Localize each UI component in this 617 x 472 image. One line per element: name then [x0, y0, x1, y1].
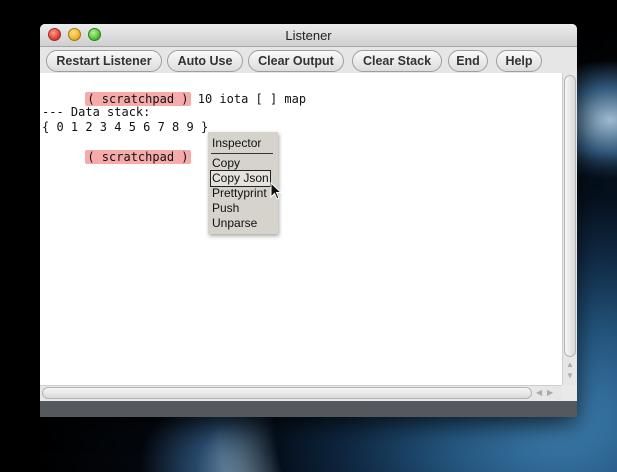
menu-divider — [211, 153, 273, 154]
data-stack-header: --- Data stack: — [42, 105, 151, 119]
context-menu-title: Inspector — [212, 136, 262, 150]
scroll-left-arrow-icon[interactable]: ◀ — [536, 387, 542, 399]
menu-item-push[interactable]: Push — [212, 201, 239, 216]
command-text: 10 iota [ ] map — [190, 92, 307, 106]
data-stack-value[interactable]: { 0 1 2 3 4 5 6 7 8 9 } — [42, 120, 208, 135]
scroll-right-arrow-icon[interactable]: ▶ — [547, 387, 553, 399]
inspector-context-menu: Inspector Copy Copy Json Prettyprint Pus… — [208, 132, 278, 234]
title-bar[interactable]: Listener — [40, 24, 577, 47]
vertical-scrollbar[interactable]: ▲ ▼ — [562, 73, 577, 385]
clear-output-button[interactable]: Clear Output — [248, 50, 344, 72]
prompt-line: ( scratchpad ) — [42, 135, 191, 164]
clear-stack-button[interactable]: Clear Stack — [352, 50, 442, 72]
menu-item-copy-json[interactable]: Copy Json — [210, 170, 271, 187]
window-title: Listener — [285, 28, 332, 43]
restart-listener-button[interactable]: Restart Listener — [46, 50, 162, 72]
auto-use-button[interactable]: Auto Use — [167, 50, 243, 72]
menu-item-prettyprint[interactable]: Prettyprint — [212, 186, 267, 201]
scratchpad-prompt[interactable]: ( scratchpad ) — [85, 92, 191, 106]
listener-window: Listener Restart Listener Auto Use Clear… — [40, 24, 577, 417]
status-bar — [40, 401, 577, 417]
input-line: ( scratchpad ) 10 iota [ ] map — [42, 77, 306, 106]
help-button[interactable]: Help — [496, 50, 542, 72]
scratchpad-prompt[interactable]: ( scratchpad ) — [85, 150, 191, 164]
listener-output[interactable]: ( scratchpad ) 10 iota [ ] map --- Data … — [40, 73, 562, 385]
scroll-up-arrow-icon[interactable]: ▲ — [565, 360, 575, 370]
horizontal-scrollbar[interactable]: ◀ ▶ — [40, 385, 562, 400]
end-button[interactable]: End — [448, 50, 488, 72]
vertical-scroll-thumb[interactable] — [564, 75, 576, 357]
menu-item-copy[interactable]: Copy — [212, 156, 240, 171]
scroll-down-arrow-icon[interactable]: ▼ — [565, 371, 575, 381]
menu-item-unparse[interactable]: Unparse — [212, 216, 257, 231]
mouse-pointer-icon — [270, 182, 282, 200]
horizontal-scroll-thumb[interactable] — [42, 387, 532, 399]
